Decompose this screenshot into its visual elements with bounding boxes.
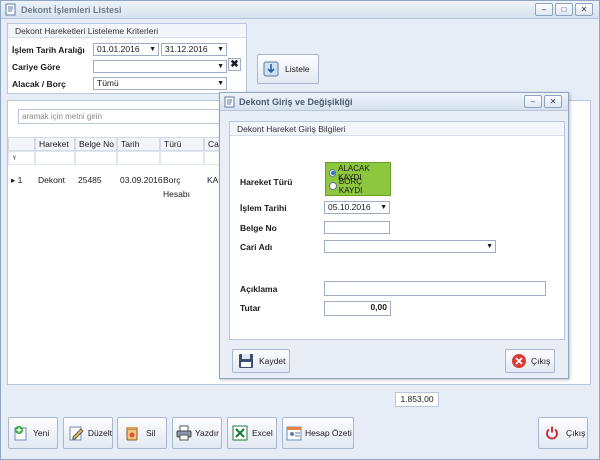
date-range-label: İşlem Tarih Aralığı xyxy=(12,45,85,55)
dialog-exit-button-label: Çıkış xyxy=(531,356,551,366)
entry-dialog: Dekont Giriş ve Değişikliği ‒ ✕ Dekont H… xyxy=(219,92,569,379)
list-button[interactable]: Listele xyxy=(257,54,319,84)
filter-cell[interactable] xyxy=(75,151,117,165)
list-icon xyxy=(263,61,279,77)
grid-corner xyxy=(8,137,35,151)
edit-button[interactable]: Düzelt xyxy=(63,417,113,449)
filter-cell[interactable] xyxy=(117,151,160,165)
row-indicator: ▸ 1 xyxy=(11,175,23,185)
account-summary-button[interactable]: Hesap Özeti xyxy=(282,417,354,449)
chevron-down-icon[interactable]: ▼ xyxy=(486,241,493,252)
clear-cari-button[interactable]: ✖ xyxy=(228,58,241,71)
radio-selected-icon[interactable] xyxy=(329,168,337,177)
window-title: Dekont İşlemleri Listesi xyxy=(21,5,122,15)
save-icon xyxy=(239,354,253,368)
search-input[interactable]: aramak için metni girin xyxy=(18,109,228,124)
date-from-field[interactable]: 01.01.2016 ▼ xyxy=(93,43,159,56)
report-icon xyxy=(286,426,302,441)
description-field[interactable] xyxy=(324,281,546,296)
description-label: Açıklama xyxy=(240,284,278,294)
new-button[interactable]: Yeni xyxy=(8,417,58,449)
dialog-panel-header: Dekont Hareket Giriş Bilgileri xyxy=(230,122,564,136)
type-radio-group: ALACAK KAYDI BORÇ KAYDI xyxy=(325,162,391,196)
cari-name-label: Cari Adı xyxy=(240,242,273,252)
exit-button[interactable]: Çıkış xyxy=(538,417,588,449)
cari-label: Cariye Göre xyxy=(12,62,61,72)
delete-button-label: Sil xyxy=(146,428,156,438)
save-button[interactable]: Kaydet xyxy=(232,349,290,373)
exit-button-label: Çıkış xyxy=(566,428,586,438)
app-icon xyxy=(224,96,235,108)
cell-turu[interactable]: Borç Hesabı xyxy=(160,173,204,199)
column-header-belge-no[interactable]: Belge No xyxy=(75,137,117,151)
criteria-header: Dekont Hareketleri Listeleme Kriterleri xyxy=(8,24,246,38)
title-bar: Dekont İşlemleri Listesi ‒ □ ✕ xyxy=(1,1,599,19)
account-summary-button-label: Hesap Özeti xyxy=(305,428,352,438)
dialog-minimize-button[interactable]: ‒ xyxy=(524,95,542,108)
alacak-borc-label: Alacak / Borç xyxy=(12,79,66,89)
criteria-panel: Dekont Hareketleri Listeleme Kriterleri … xyxy=(7,23,247,94)
date-field[interactable]: 05.10.2016 ▼ xyxy=(324,201,390,214)
add-icon xyxy=(14,426,27,441)
edit-button-label: Düzelt xyxy=(87,428,112,438)
total-value: 1.853,00 xyxy=(395,392,439,407)
dialog-title-bar: Dekont Giriş ve Değişikliği ‒ ✕ xyxy=(220,93,568,111)
filter-cell[interactable] xyxy=(160,151,204,165)
cell-tarih[interactable]: 03.09.2016 xyxy=(117,173,163,187)
doc-no-field[interactable] xyxy=(324,221,390,234)
print-icon xyxy=(176,425,192,441)
new-button-label: Yeni xyxy=(33,428,50,438)
list-button-label: Listele xyxy=(285,64,310,74)
filter-icon[interactable]: ᵞ xyxy=(8,151,35,165)
print-button[interactable]: Yazdır xyxy=(172,417,222,449)
chevron-down-icon[interactable]: ▼ xyxy=(380,202,387,213)
exit-icon xyxy=(512,354,526,368)
radio-icon[interactable] xyxy=(329,181,337,190)
dialog-exit-button[interactable]: Çıkış xyxy=(505,349,555,373)
filter-cell[interactable] xyxy=(35,151,75,165)
chevron-down-icon[interactable]: ▼ xyxy=(217,44,224,55)
amount-field[interactable]: 0,00 xyxy=(324,301,391,316)
date-label: İşlem Tarihi xyxy=(240,203,287,213)
chevron-down-icon[interactable]: ▼ xyxy=(217,61,224,72)
delete-icon xyxy=(126,427,138,441)
chevron-down-icon[interactable]: ▼ xyxy=(149,44,156,55)
edit-icon xyxy=(69,426,84,441)
column-header-hareket[interactable]: Hareket xyxy=(35,137,75,151)
radio-borc-label: BORÇ KAYDI xyxy=(338,176,363,195)
dialog-panel: Dekont Hareket Giriş Bilgileri Hareket T… xyxy=(229,121,565,340)
cell-hareket[interactable]: Dekont xyxy=(35,173,75,187)
dialog-close-button[interactable]: ✕ xyxy=(544,95,562,108)
doc-no-label: Belge No xyxy=(240,223,277,233)
minimize-button[interactable]: ‒ xyxy=(535,3,553,16)
column-header-turu[interactable]: Türü xyxy=(160,137,204,151)
close-button[interactable]: ✕ xyxy=(575,3,593,16)
cari-select[interactable]: ▼ xyxy=(93,60,227,73)
delete-button[interactable]: Sil xyxy=(117,417,167,449)
power-icon xyxy=(546,426,558,440)
cari-name-select[interactable]: ▼ xyxy=(324,240,496,253)
print-button-label: Yazdır xyxy=(195,428,219,438)
chevron-down-icon[interactable]: ▼ xyxy=(217,78,224,89)
cell-belge-no[interactable]: 25485 xyxy=(75,173,117,187)
amount-label: Tutar xyxy=(240,303,261,313)
alacak-borc-select[interactable]: Tümü ▼ xyxy=(93,77,227,90)
app-icon xyxy=(5,3,16,16)
date-to-field[interactable]: 31.12.2016 ▼ xyxy=(161,43,227,56)
excel-icon xyxy=(232,425,248,441)
column-header-tarih[interactable]: Tarih xyxy=(117,137,160,151)
save-button-label: Kaydet xyxy=(259,356,286,366)
excel-button[interactable]: Excel xyxy=(227,417,277,449)
maximize-button[interactable]: □ xyxy=(555,3,573,16)
type-label: Hareket Türü xyxy=(240,177,293,187)
excel-button-label: Excel xyxy=(252,428,273,438)
summary-bar: 1.853,00 xyxy=(7,387,591,411)
dialog-title: Dekont Giriş ve Değişikliği xyxy=(239,97,353,107)
